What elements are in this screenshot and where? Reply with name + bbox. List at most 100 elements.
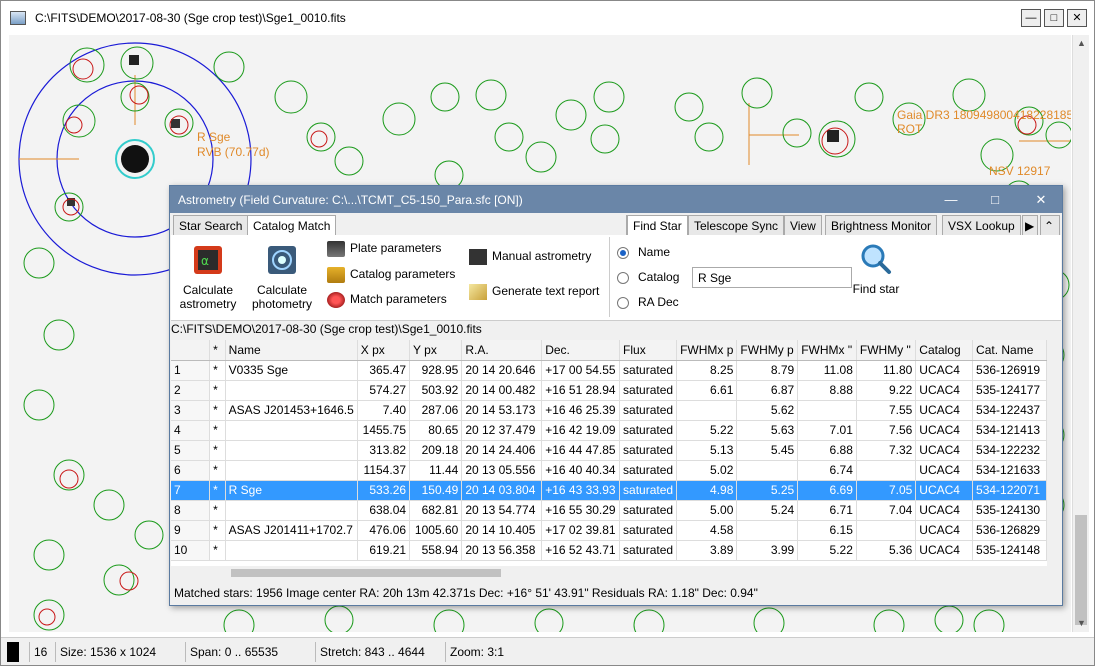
tab-find-star[interactable]: Find Star xyxy=(627,215,688,236)
tab-telescope-sync[interactable]: Telescope Sync xyxy=(688,215,785,236)
table-cell: 6.87 xyxy=(736,380,799,401)
column-header[interactable]: FWHMy " xyxy=(856,340,917,361)
table-cell xyxy=(225,500,358,521)
table-row[interactable]: 6 * 1154.37 11.44 20 13 05.556 +16 40 40.34 sa… xyxy=(171,460,1047,481)
table-row[interactable]: 9 * ASAS J201411+1702.7 476.06 1005.60 20 14 … xyxy=(171,520,1047,541)
column-header[interactable]: Flux xyxy=(619,340,678,361)
find-star-button[interactable]: Find star xyxy=(851,243,901,296)
radio-name[interactable]: Name xyxy=(617,245,670,259)
column-header[interactable]: * xyxy=(209,340,226,361)
table-cell: 6 xyxy=(171,460,211,481)
column-header[interactable] xyxy=(171,340,211,361)
rsge-overlay-sub: RVB (70.77d) xyxy=(197,145,270,159)
minimize-button[interactable]: — xyxy=(1021,9,1041,27)
star-name-input[interactable]: R Sge xyxy=(692,267,852,288)
table-cell: 1005.60 xyxy=(409,520,463,541)
catalog-parameters-button[interactable]: Catalog parameters xyxy=(327,267,455,283)
table-cell: 150.49 xyxy=(409,480,463,501)
table-row[interactable]: 8 * 638.04 682.81 20 13 54.774 +16 55 30.29 sa… xyxy=(171,500,1047,521)
column-header[interactable]: FWHMy p xyxy=(736,340,799,361)
column-header[interactable]: Name xyxy=(225,340,358,361)
table-cell: UCAC4 xyxy=(915,500,974,521)
color-swatch xyxy=(7,642,19,662)
table-row[interactable]: 5 * 313.82 209.18 20 14 24.406 +16 44 47.85 sa… xyxy=(171,440,1047,461)
table-horizontal-scrollbar[interactable] xyxy=(217,566,1047,580)
tab-brightness-monitor[interactable]: Brightness Monitor xyxy=(825,215,938,236)
column-header[interactable]: FWHMx " xyxy=(797,340,857,361)
table-cell: 5.00 xyxy=(676,500,738,521)
table-vertical-scrollbar[interactable] xyxy=(1047,340,1061,566)
dialog-close-button[interactable]: ✕ xyxy=(1026,190,1056,210)
column-header[interactable]: X px xyxy=(357,340,411,361)
plate-parameters-button[interactable]: Plate parameters xyxy=(327,241,441,257)
table-cell: * xyxy=(209,420,226,441)
table-scroll-thumb[interactable] xyxy=(231,569,501,577)
dialog-minimize-button[interactable]: — xyxy=(936,190,966,210)
scroll-down-icon[interactable]: ▼ xyxy=(1073,615,1090,632)
table-row[interactable]: 7 * R Sge 533.26 150.49 20 14 03.804 +16 43 33… xyxy=(171,480,1047,501)
scroll-up-icon[interactable]: ▲ xyxy=(1073,35,1090,52)
column-header[interactable]: Cat. Name xyxy=(972,340,1047,361)
close-button[interactable]: ✕ xyxy=(1067,9,1087,27)
table-cell: 6.69 xyxy=(797,480,857,501)
status-bar: 16 Size: 1536 x 1024 Span: 0 .. 65535 St… xyxy=(1,637,1094,665)
table-header: * Name X px Y px R.A. Dec. Flux FWHMx p FWHMy pF… xyxy=(171,340,1047,361)
table-cell: 638.04 xyxy=(357,500,411,521)
column-header[interactable]: R.A. xyxy=(461,340,543,361)
table-row[interactable]: 1 * V0335 Sge 365.47 928.95 20 14 20.646 +17 0… xyxy=(171,360,1047,381)
table-cell: 80.65 xyxy=(409,420,463,441)
table-cell: 11.08 xyxy=(797,360,857,381)
table-cell: 20 13 56.358 xyxy=(461,540,543,561)
table-cell: +17 02 39.81 xyxy=(541,520,621,541)
tab-view[interactable]: View xyxy=(784,215,822,236)
column-header[interactable]: Dec. xyxy=(541,340,621,361)
table-cell: 928.95 xyxy=(409,360,463,381)
calculate-photometry-button[interactable]: Calculate photometry xyxy=(249,244,315,311)
radio-catalog[interactable]: Catalog xyxy=(617,270,679,284)
table-cell: 5.36 xyxy=(856,540,917,561)
generate-text-report-button[interactable]: Generate text report xyxy=(469,284,599,300)
table-cell: 7.04 xyxy=(856,500,917,521)
column-header[interactable]: FWHMx p xyxy=(676,340,738,361)
dialog-title-bar: Astrometry (Field Curvature: C:\...\TCMT… xyxy=(170,186,1062,213)
table-row[interactable]: 4 * 1455.75 80.65 20 12 37.479 +16 42 19.09 sa… xyxy=(171,420,1047,441)
catalog-match-table[interactable]: * Name X px Y px R.A. Dec. Flux FWHMx p FWHMy pF… xyxy=(171,340,1047,566)
table-cell: UCAC4 xyxy=(915,480,974,501)
table-row[interactable]: 2 * 574.27 503.92 20 14 00.482 +16 51 28.94 sa… xyxy=(171,380,1047,401)
catalog-match-ribbon: α Calculate astrometry Calculate photome… xyxy=(171,235,1061,321)
table-cell: 6.71 xyxy=(797,500,857,521)
table-row[interactable]: 10 * 619.21 558.94 20 13 56.358 +16 52 43.71 s… xyxy=(171,540,1047,561)
radio-dot-selected xyxy=(617,246,629,259)
table-cell: 476.06 xyxy=(357,520,411,541)
table-cell: 1455.75 xyxy=(357,420,411,441)
tab-catalog-match[interactable]: Catalog Match xyxy=(247,215,337,236)
table-cell: 20 14 00.482 xyxy=(461,380,543,401)
title-bar: C:\FITS\DEMO\2017-08-30 (Sge crop test)\… xyxy=(1,1,1094,35)
table-cell: 5.22 xyxy=(797,540,857,561)
table-cell: 9.22 xyxy=(856,380,917,401)
calculate-astrometry-button[interactable]: α Calculate astrometry xyxy=(177,244,239,311)
table-cell: 20 14 53.173 xyxy=(461,400,543,421)
table-cell: 7.55 xyxy=(856,400,917,421)
table-cell: saturated xyxy=(619,400,678,421)
maximize-button[interactable]: □ xyxy=(1044,9,1064,27)
tab-star-search[interactable]: Star Search xyxy=(173,215,249,236)
table-cell: 20 13 54.774 xyxy=(461,500,543,521)
status-size: Size: 1536 x 1024 xyxy=(55,642,185,662)
dialog-maximize-button[interactable]: □ xyxy=(980,190,1010,210)
column-header[interactable]: Y px xyxy=(409,340,463,361)
match-parameters-button[interactable]: Match parameters xyxy=(327,292,447,308)
table-cell: 6.15 xyxy=(797,520,857,541)
catalog-icon xyxy=(327,267,345,283)
tab-vsx-lookup[interactable]: VSX Lookup xyxy=(942,215,1021,236)
collapse-ribbon-icon[interactable]: ⌃ xyxy=(1040,215,1060,236)
image-vertical-scrollbar[interactable]: ▲ ▼ xyxy=(1072,35,1089,632)
manual-astrometry-button[interactable]: Manual astrometry xyxy=(469,249,591,265)
table-row[interactable]: 3 * ASAS J201453+1646.5 7.40 287.06 20 14 53.… xyxy=(171,400,1047,421)
app-icon xyxy=(10,11,26,25)
radio-ra-dec[interactable]: RA Dec xyxy=(617,295,679,309)
column-header[interactable]: Catalog xyxy=(915,340,974,361)
scroll-thumb[interactable] xyxy=(1075,515,1087,625)
tabs-scroll-right-icon[interactable]: ▶ xyxy=(1022,215,1038,236)
table-cell xyxy=(856,460,917,481)
